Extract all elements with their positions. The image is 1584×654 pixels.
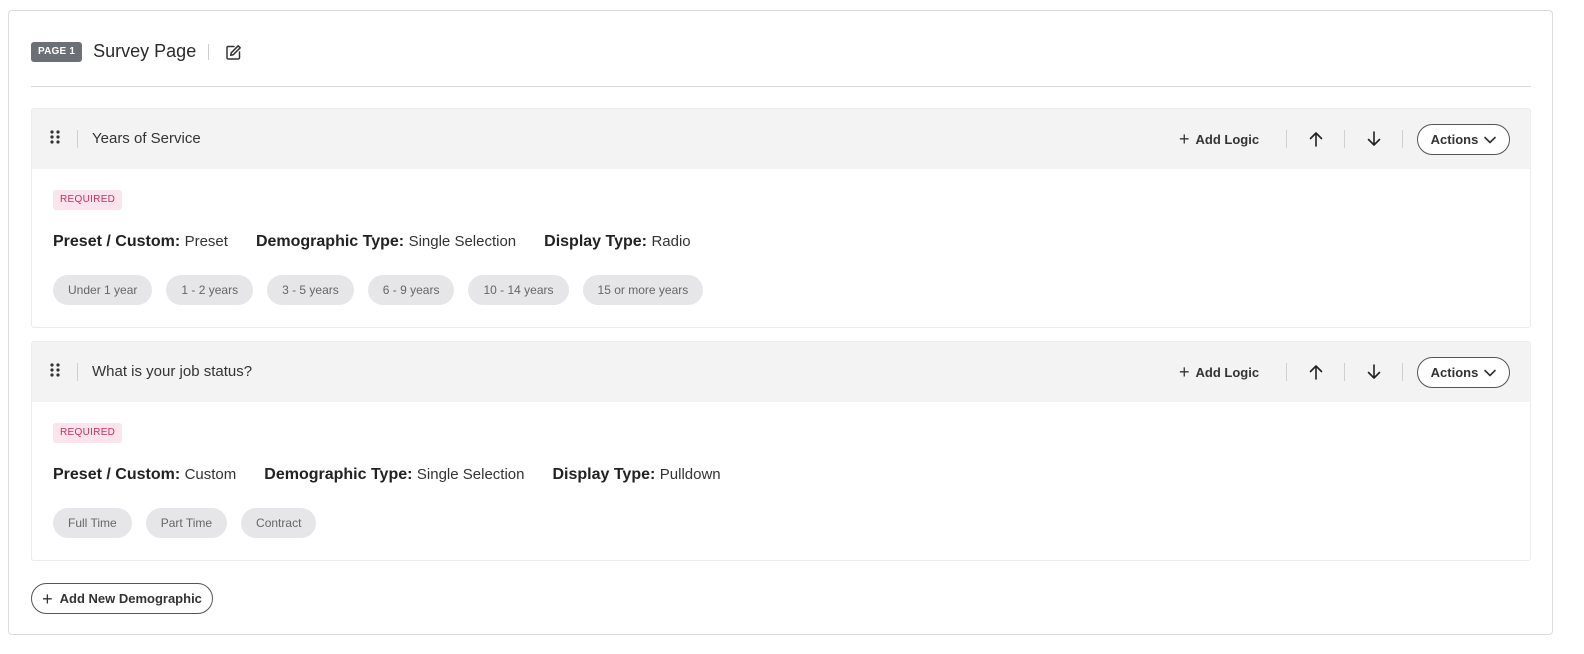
- move-up-button[interactable]: [1304, 360, 1328, 384]
- option-chip: 3 - 5 years: [267, 275, 354, 305]
- title-divider: [208, 44, 210, 60]
- required-badge: REQUIRED: [53, 423, 123, 443]
- preset-custom-field: Preset / Custom: Custom: [53, 465, 236, 485]
- header-divider: [1344, 363, 1345, 381]
- add-logic-button[interactable]: + Add Logic: [1179, 360, 1259, 384]
- add-logic-label: Add Logic: [1195, 364, 1260, 380]
- demographic-meta: Preset / Custom: Preset Demographic Type…: [53, 232, 719, 252]
- add-logic-button[interactable]: + Add Logic: [1179, 127, 1259, 151]
- demographic-type-label: Demographic Type:: [264, 466, 413, 483]
- actions-dropdown-button[interactable]: Actions: [1417, 357, 1510, 388]
- drag-handle-icon[interactable]: [50, 363, 64, 379]
- option-chip: Part Time: [145, 508, 228, 538]
- chevron-down-icon: [1484, 136, 1497, 143]
- actions-label: Actions: [1430, 132, 1479, 147]
- survey-page-card: PAGE 1 Survey Page Years of Service + Ad…: [8, 10, 1553, 635]
- preset-custom-label: Preset / Custom:: [53, 233, 181, 250]
- actions-dropdown-button[interactable]: Actions: [1417, 124, 1510, 155]
- demographic-type-field: Demographic Type: Single Selection: [264, 465, 524, 485]
- plus-icon: +: [42, 588, 53, 609]
- display-type-label: Display Type:: [544, 233, 647, 250]
- page-header: PAGE 1 Survey Page: [31, 33, 1531, 87]
- option-chips: Full Time Part Time Contract: [53, 508, 330, 538]
- demographic-card: Years of Service + Add Logic Actions REQ…: [31, 108, 1531, 328]
- arrow-down-icon: [1367, 131, 1381, 146]
- header-divider: [1402, 363, 1403, 381]
- edit-icon: [225, 44, 241, 60]
- plus-icon: +: [1179, 129, 1190, 149]
- move-down-button[interactable]: [1362, 360, 1386, 384]
- demographic-card: What is your job status? + Add Logic Act…: [31, 341, 1531, 561]
- option-chip: 15 or more years: [582, 275, 704, 305]
- chevron-down-icon: [1484, 369, 1497, 376]
- header-divider: [1286, 363, 1287, 381]
- option-chip: 1 - 2 years: [166, 275, 254, 305]
- demographic-type-value: Single Selection: [408, 233, 517, 250]
- header-divider: [1344, 130, 1345, 148]
- add-new-demographic-button[interactable]: + Add New Demographic: [31, 583, 213, 614]
- page-title: Survey Page: [93, 41, 197, 61]
- header-divider: [1286, 130, 1287, 148]
- preset-custom-value: Custom: [184, 466, 237, 483]
- move-down-button[interactable]: [1362, 127, 1386, 151]
- option-chips: Under 1 year 1 - 2 years 3 - 5 years 6 -…: [53, 275, 717, 305]
- option-chip: Full Time: [53, 508, 132, 538]
- option-chip: Under 1 year: [53, 275, 153, 305]
- required-badge: REQUIRED: [53, 190, 123, 210]
- plus-icon: +: [1179, 362, 1190, 382]
- preset-custom-value: Preset: [184, 233, 228, 250]
- demographic-meta: Preset / Custom: Custom Demographic Type…: [53, 465, 749, 485]
- display-type-value: Pulldown: [659, 466, 721, 483]
- demographic-type-value: Single Selection: [416, 466, 525, 483]
- move-up-button[interactable]: [1304, 127, 1328, 151]
- option-chip: 6 - 9 years: [367, 275, 455, 305]
- demographic-type-label: Demographic Type:: [255, 233, 405, 250]
- demographic-title: Years of Service: [92, 130, 201, 147]
- actions-label: Actions: [1430, 365, 1479, 380]
- demographic-header: Years of Service + Add Logic Actions: [32, 109, 1530, 169]
- arrow-up-icon: [1309, 132, 1323, 147]
- edit-page-title-button[interactable]: [221, 40, 245, 64]
- header-divider: [77, 130, 78, 148]
- option-chip: 10 - 14 years: [468, 275, 569, 305]
- display-type-field: Display Type: Radio: [544, 232, 691, 252]
- display-type-value: Radio: [651, 233, 691, 250]
- display-type-field: Display Type: Pulldown: [552, 465, 720, 485]
- arrow-up-icon: [1309, 365, 1323, 380]
- header-divider: [77, 363, 78, 381]
- demographic-header: What is your job status? + Add Logic Act…: [32, 342, 1530, 402]
- preset-custom-label: Preset / Custom:: [53, 466, 181, 483]
- display-type-label: Display Type:: [552, 466, 656, 483]
- header-divider: [1402, 130, 1403, 148]
- add-new-demographic-label: Add New Demographic: [59, 591, 202, 606]
- arrow-down-icon: [1367, 364, 1381, 379]
- add-logic-label: Add Logic: [1195, 131, 1260, 147]
- page-badge: PAGE 1: [31, 42, 83, 62]
- option-chip: Contract: [241, 508, 317, 538]
- demographic-title: What is your job status?: [92, 363, 253, 380]
- preset-custom-field: Preset / Custom: Preset: [53, 232, 228, 252]
- drag-handle-icon[interactable]: [50, 130, 64, 146]
- demographic-type-field: Demographic Type: Single Selection: [256, 232, 516, 252]
